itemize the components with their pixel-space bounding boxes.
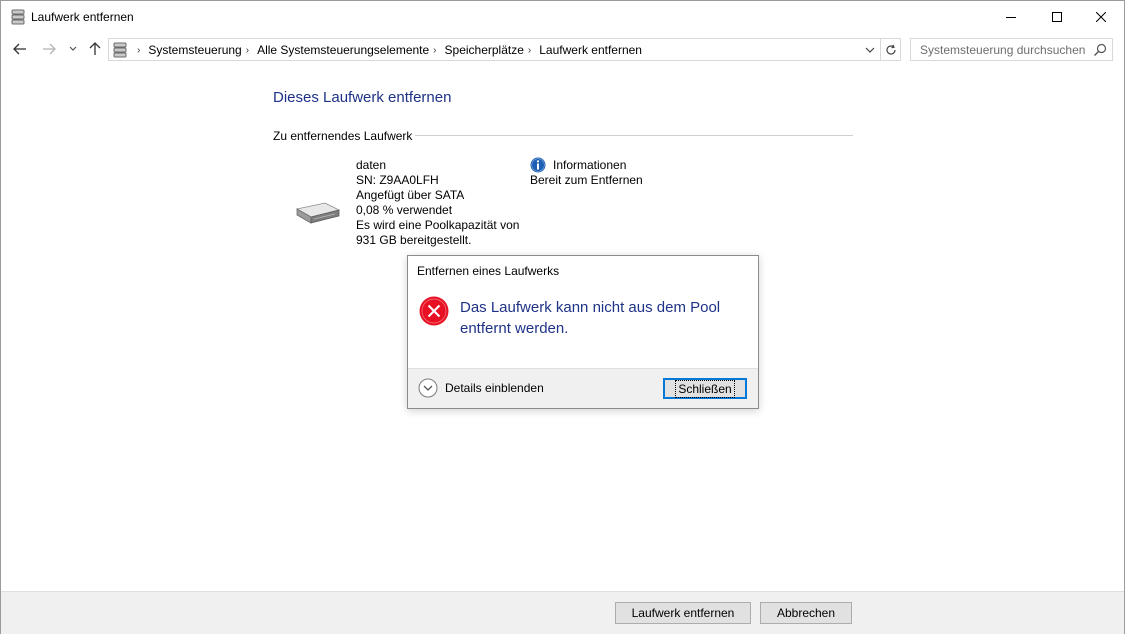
section-divider [415, 135, 853, 136]
drive-usage: 0,08 % verwendet [356, 203, 453, 217]
dialog-title: Entfernen eines Laufwerks [417, 264, 560, 278]
search-icon[interactable] [1092, 42, 1108, 58]
maximize-icon [1052, 11, 1062, 22]
arrow-right-icon [43, 43, 56, 55]
search-input[interactable] [911, 39, 1091, 60]
chevron-right-icon[interactable]: › [528, 45, 531, 56]
chevron-right-icon[interactable]: › [137, 45, 140, 56]
window-title: Laufwerk entfernen [31, 10, 134, 24]
details-toggle[interactable]: Details einblenden [418, 378, 544, 398]
remove-drive-button[interactable]: Laufwerk entfernen [615, 602, 751, 624]
back-button[interactable] [10, 39, 30, 59]
info-icon [530, 157, 546, 173]
close-icon [1096, 11, 1106, 22]
window: Laufwerk entfernen › Systemsteuerung › A… [0, 0, 1125, 634]
title-bar: Laufwerk entfernen [1, 1, 1124, 32]
status-value: Bereit zum Entfernen [530, 173, 643, 187]
breadcrumb-item[interactable]: Systemsteuerung [148, 43, 241, 57]
drive-serial: SN: Z9AA0LFH [356, 173, 439, 187]
close-dialog-label: Schließen [675, 379, 735, 398]
details-label[interactable]: Details einblenden [445, 381, 544, 395]
chevron-down-icon [865, 47, 875, 53]
arrow-up-icon [89, 42, 101, 55]
drive-capacity-line1: Es wird eine Poolkapazität von [356, 218, 520, 232]
breadcrumb: › Systemsteuerung › Alle Systemsteuerung… [133, 43, 642, 57]
up-button[interactable] [85, 39, 105, 59]
drive-capacity-line2: 931 GB bereitgestellt. [356, 233, 472, 247]
breadcrumb-item[interactable]: Laufwerk entfernen [539, 43, 642, 57]
drive-status: Informationen Bereit zum Entfernen [530, 157, 643, 188]
minimize-button[interactable] [988, 1, 1034, 32]
error-dialog: Entfernen eines Laufwerks Das Laufwerk k… [407, 255, 759, 409]
storage-spaces-icon [113, 42, 127, 58]
chevron-down-circle-icon[interactable] [418, 378, 438, 398]
status-label: Informationen [553, 157, 627, 172]
recent-locations-button[interactable] [65, 39, 81, 59]
refresh-icon [885, 44, 896, 55]
dialog-footer: Details einblenden Schließen [408, 368, 758, 408]
breadcrumb-item[interactable]: Alle Systemsteuerungselemente [257, 43, 429, 57]
address-dropdown-button[interactable] [862, 41, 878, 58]
maximize-button[interactable] [1034, 1, 1080, 32]
storage-spaces-icon [11, 9, 25, 25]
chevron-right-icon[interactable]: › [246, 45, 249, 56]
chevron-right-icon[interactable]: › [433, 45, 436, 56]
address-bar[interactable]: › Systemsteuerung › Alle Systemsteuerung… [108, 38, 881, 61]
navigation-bar: › Systemsteuerung › Alle Systemsteuerung… [1, 32, 1124, 66]
drive-details: daten SN: Z9AA0LFH Angefügt über SATA 0,… [356, 158, 519, 248]
section-header: Zu entfernendes Laufwerk [273, 129, 413, 143]
minimize-icon [1006, 16, 1016, 18]
drive-connection: Angefügt über SATA [356, 188, 465, 202]
arrow-left-icon [13, 43, 26, 55]
page-title: Dieses Laufwerk entfernen [273, 89, 452, 106]
close-dialog-button[interactable]: Schließen [663, 378, 747, 399]
search-box[interactable] [910, 38, 1113, 61]
hard-drive-icon [295, 202, 341, 224]
bottom-bar: Laufwerk entfernen Abbrechen [1, 591, 1124, 634]
refresh-button[interactable] [881, 38, 901, 61]
dialog-message: Das Laufwerk kann nicht aus dem Pool ent… [460, 299, 721, 337]
close-window-button[interactable] [1078, 1, 1124, 32]
chevron-down-icon [69, 46, 77, 51]
cancel-button[interactable]: Abbrechen [760, 602, 852, 624]
error-icon [419, 296, 449, 326]
drive-name: daten [356, 158, 387, 172]
breadcrumb-item[interactable]: Speicherplätze [445, 43, 524, 57]
forward-button[interactable] [39, 39, 59, 59]
